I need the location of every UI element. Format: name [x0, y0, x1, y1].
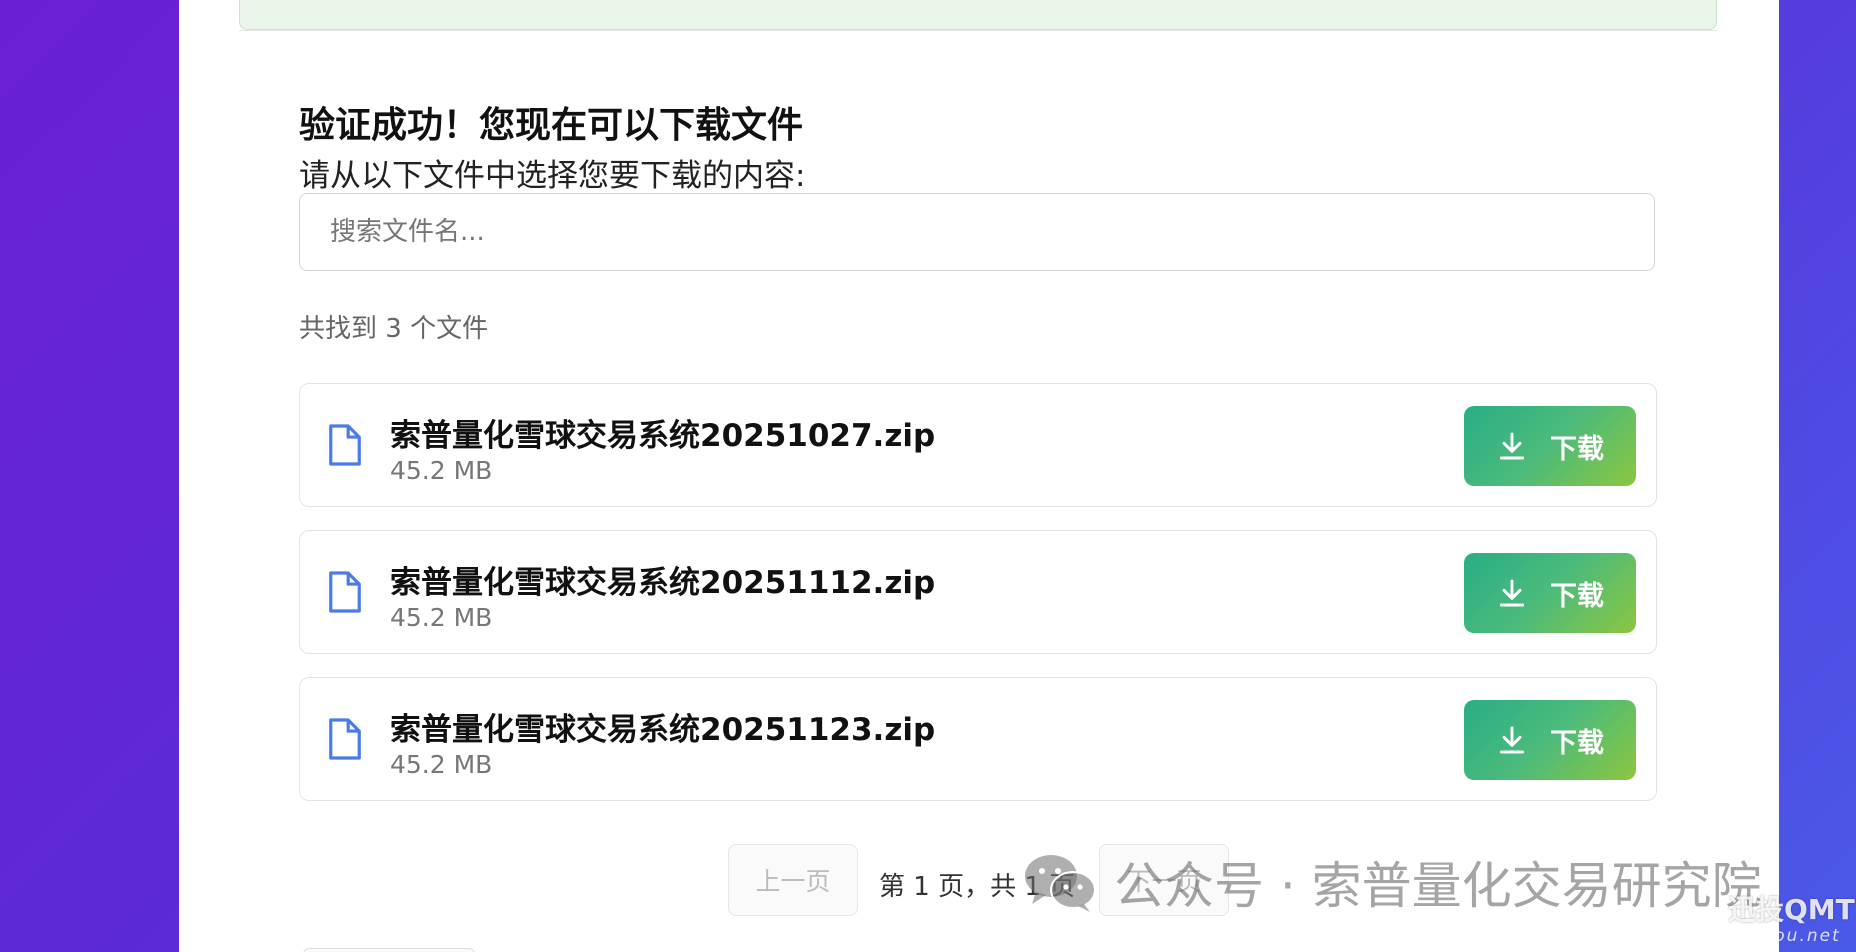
file-name: 索普量化雪球交易系统20251027.zip — [390, 418, 936, 454]
corner-watermark: 迅投QMT xuntou.net — [1728, 888, 1855, 946]
watermark: 公众号 · 索普量化交易研究院 — [1020, 846, 1762, 918]
download-button[interactable]: 下载 — [1464, 553, 1636, 633]
corner-brand: 迅投QMT — [1728, 893, 1855, 926]
corner-url: xuntou.net — [1728, 926, 1841, 946]
file-icon — [329, 424, 361, 466]
prev-page-button[interactable]: 上一页 — [728, 844, 858, 916]
file-card: 索普量化雪球交易系统20251123.zip 45.2 MB 下载 — [299, 677, 1657, 801]
download-icon — [1499, 432, 1525, 460]
footer-button[interactable] — [303, 948, 475, 952]
divider — [239, 30, 1717, 31]
file-card: 索普量化雪球交易系统20251027.zip 45.2 MB 下载 — [299, 383, 1657, 507]
result-count: 共找到 3 个文件 — [299, 314, 489, 344]
download-icon — [1499, 726, 1525, 754]
page-title: 验证成功！您现在可以下载文件 — [299, 105, 804, 146]
file-icon — [329, 718, 361, 760]
file-name: 索普量化雪球交易系统20251123.zip — [390, 712, 936, 748]
content-panel: 验证成功！您现在可以下载文件 请从以下文件中选择您要下载的内容: 共找到 3 个… — [179, 0, 1779, 952]
download-label: 下载 — [1550, 727, 1604, 759]
download-icon — [1499, 579, 1525, 607]
success-banner — [239, 0, 1717, 30]
file-size: 45.2 MB — [390, 603, 493, 632]
file-icon — [329, 571, 361, 613]
file-card: 索普量化雪球交易系统20251112.zip 45.2 MB 下载 — [299, 530, 1657, 654]
file-size: 45.2 MB — [390, 456, 493, 485]
search-input[interactable] — [299, 193, 1655, 271]
wechat-icon — [1025, 855, 1096, 912]
download-label: 下载 — [1550, 580, 1604, 612]
watermark-text: 公众号 · 索普量化交易研究院 — [1114, 857, 1762, 915]
download-button[interactable]: 下载 — [1464, 700, 1636, 780]
file-name: 索普量化雪球交易系统20251112.zip — [390, 565, 936, 601]
download-button[interactable]: 下载 — [1464, 406, 1636, 486]
download-label: 下载 — [1550, 433, 1604, 465]
page-subtitle: 请从以下文件中选择您要下载的内容: — [299, 158, 806, 194]
file-size: 45.2 MB — [390, 750, 493, 779]
